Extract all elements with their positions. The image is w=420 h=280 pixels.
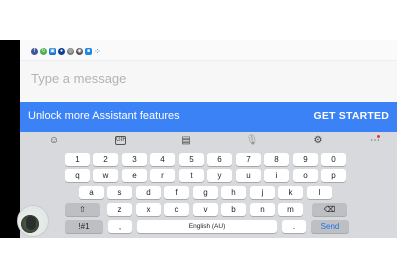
- key-c[interactable]: c: [164, 203, 189, 216]
- message-input[interactable]: Type a message: [31, 71, 126, 86]
- key-1[interactable]: 1: [65, 153, 90, 166]
- key-s[interactable]: s: [107, 186, 132, 199]
- key-e[interactable]: e: [122, 169, 147, 182]
- assistant-avatar[interactable]: [17, 205, 49, 237]
- key-x[interactable]: x: [136, 203, 161, 216]
- shift-key[interactable]: ⇧: [65, 203, 100, 216]
- messenger-icon: ●: [58, 47, 65, 55]
- key-u[interactable]: u: [236, 169, 261, 182]
- bag-icon: ■: [85, 47, 92, 55]
- key-p[interactable]: p: [321, 169, 346, 182]
- key-3[interactable]: 3: [122, 153, 147, 166]
- keyboard-toolbar: ☺ GIF ▤ 🎙 ⚙ ⋯: [20, 132, 397, 150]
- key-y[interactable]: y: [207, 169, 232, 182]
- space-key[interactable]: English (AU): [137, 220, 277, 233]
- app-screen: f ↻ ▣ ● ◎ ◉ ■ ⁘ Type a message Unlock mo…: [20, 40, 397, 238]
- key-i[interactable]: i: [264, 169, 289, 182]
- facebook-icon: f: [31, 47, 38, 55]
- key-8[interactable]: 8: [264, 153, 289, 166]
- key-q[interactable]: q: [65, 169, 90, 182]
- get-started-button[interactable]: GET STARTED: [313, 110, 389, 122]
- key-z[interactable]: z: [107, 203, 132, 216]
- key-o[interactable]: o: [293, 169, 318, 182]
- key-9[interactable]: 9: [293, 153, 318, 166]
- notification-dot: [377, 135, 380, 138]
- period-key[interactable]: .: [282, 220, 306, 233]
- symbols-key[interactable]: !#1: [65, 220, 103, 233]
- backspace-key[interactable]: ⌫: [312, 203, 347, 216]
- send-key[interactable]: Send: [311, 220, 349, 233]
- key-a[interactable]: a: [79, 186, 104, 199]
- key-h[interactable]: h: [221, 186, 246, 199]
- app-icon: ▣: [49, 47, 56, 55]
- grid-icon: ⁘: [94, 46, 101, 56]
- key-j[interactable]: j: [250, 186, 275, 199]
- app2-icon: ◎: [67, 47, 74, 55]
- key-m[interactable]: m: [278, 203, 303, 216]
- message-compose: Type a message: [20, 60, 397, 101]
- key-g[interactable]: g: [193, 186, 218, 199]
- comma-key[interactable]: ,: [108, 220, 132, 233]
- emoji-icon[interactable]: ☺: [47, 135, 61, 147]
- settings-icon[interactable]: ⚙: [311, 135, 325, 147]
- banner-text: Unlock more Assistant features: [28, 110, 180, 122]
- key-v[interactable]: v: [193, 203, 218, 216]
- assistant-banner: Unlock more Assistant features GET START…: [20, 102, 397, 132]
- key-5[interactable]: 5: [179, 153, 204, 166]
- refresh-icon: ↻: [40, 47, 47, 55]
- sticker-icon[interactable]: ▤: [179, 135, 193, 147]
- key-4[interactable]: 4: [150, 153, 175, 166]
- key-b[interactable]: b: [221, 203, 246, 216]
- key-t[interactable]: t: [179, 169, 204, 182]
- avatar-figure: [26, 216, 36, 230]
- key-w[interactable]: w: [93, 169, 118, 182]
- key-0[interactable]: 0: [321, 153, 346, 166]
- gif-icon[interactable]: GIF: [115, 136, 126, 145]
- keyboard: 1 2 3 4 5 6 7 8 9 0 q w e r t y u i o p …: [20, 150, 397, 238]
- key-k[interactable]: k: [278, 186, 303, 199]
- key-r[interactable]: r: [150, 169, 175, 182]
- key-6[interactable]: 6: [207, 153, 232, 166]
- key-2[interactable]: 2: [93, 153, 118, 166]
- key-n[interactable]: n: [250, 203, 275, 216]
- mic-icon[interactable]: 🎙: [245, 135, 259, 147]
- left-edge: [0, 40, 20, 238]
- app3-icon: ◉: [76, 47, 83, 55]
- key-f[interactable]: f: [164, 186, 189, 199]
- key-l[interactable]: l: [307, 186, 332, 199]
- key-7[interactable]: 7: [236, 153, 261, 166]
- notification-icons: f ↻ ▣ ● ◎ ◉ ■ ⁘: [31, 46, 101, 56]
- key-d[interactable]: d: [136, 186, 161, 199]
